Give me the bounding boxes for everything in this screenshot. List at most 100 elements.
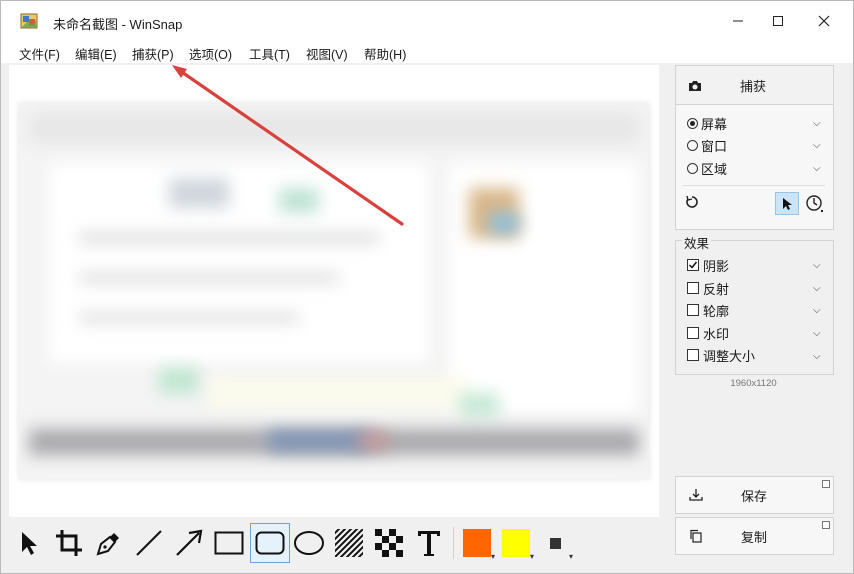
- chevron-down-icon[interactable]: ⌵: [813, 140, 821, 151]
- rectangle-icon: [214, 531, 244, 555]
- close-button[interactable]: [801, 1, 847, 41]
- effect-resize[interactable]: 调整大小: [687, 345, 755, 365]
- mode-window-label: 窗口: [701, 138, 728, 154]
- mode-region-label: 区域: [701, 161, 728, 177]
- effects-group-label: 效果: [682, 233, 712, 252]
- effect-shadow[interactable]: 阴影: [687, 255, 729, 275]
- effect-outline-label: 轮廓: [703, 303, 730, 319]
- download-icon: [689, 489, 703, 501]
- capture-button-label: 捕获: [740, 79, 767, 94]
- rounded-rectangle-tool[interactable]: [250, 523, 290, 563]
- save-button[interactable]: 保存: [675, 476, 834, 514]
- toolbar-separator: [453, 527, 454, 559]
- include-cursor-toggle[interactable]: [775, 192, 799, 215]
- ellipse-tool[interactable]: [291, 523, 327, 563]
- save-options-checkbox[interactable]: [822, 480, 830, 488]
- dropdown-arrow-icon: ▾: [529, 552, 534, 561]
- checkbox-shadow[interactable]: [687, 259, 699, 271]
- close-icon: [818, 15, 830, 27]
- crop-tool[interactable]: [51, 523, 87, 563]
- image-canvas[interactable]: [9, 65, 659, 517]
- primary-color-swatch: [463, 529, 491, 557]
- rounded-rectangle-icon: [255, 531, 285, 555]
- mode-screen[interactable]: 屏幕: [687, 113, 727, 133]
- menu-bar: 文件(F) 编辑(E) 捕获(P) 选项(O) 工具(T) 视图(V) 帮助(H…: [1, 41, 853, 63]
- copy-icon: [690, 529, 702, 543]
- radio-screen[interactable]: [687, 117, 698, 129]
- mode-region[interactable]: 区域: [687, 158, 727, 178]
- refresh-icon: [686, 195, 698, 208]
- pixelate-tool[interactable]: [371, 523, 407, 563]
- line-tool[interactable]: [131, 523, 167, 563]
- maximize-icon: [773, 16, 783, 26]
- line-width-icon: [549, 537, 561, 549]
- chevron-down-icon[interactable]: ⌵: [813, 305, 821, 316]
- pen-tool[interactable]: [91, 523, 127, 563]
- menu-edit[interactable]: 编辑(E): [75, 44, 117, 63]
- pointer-tool[interactable]: [11, 523, 47, 563]
- image-size-label: 1960x1120: [730, 378, 777, 389]
- window-title: 未命名截图 - WinSnap: [53, 17, 183, 32]
- arrow-tool[interactable]: [171, 523, 207, 563]
- menu-tools[interactable]: 工具(T): [249, 44, 290, 63]
- radio-window[interactable]: [687, 139, 698, 151]
- mode-screen-label: 屏幕: [701, 116, 728, 132]
- menu-file[interactable]: 文件(F): [19, 44, 60, 63]
- copy-options-checkbox[interactable]: [822, 521, 830, 529]
- menu-view[interactable]: 视图(V): [306, 44, 348, 63]
- dropdown-arrow-icon: ▾: [490, 552, 495, 561]
- primary-color-picker[interactable]: ▾: [459, 523, 495, 563]
- hatch-tool[interactable]: [331, 523, 367, 563]
- crop-icon: [56, 530, 82, 556]
- chevron-down-icon[interactable]: ⌵: [813, 283, 821, 294]
- maximize-button[interactable]: [755, 1, 801, 41]
- radio-region[interactable]: [687, 162, 698, 174]
- app-window: 未命名截图 - WinSnap 文件(F) 编辑(E) 捕获(P) 选项(O) …: [0, 0, 854, 574]
- menu-capture[interactable]: 捕获(P): [132, 44, 174, 63]
- copy-button-label: 复制: [741, 529, 768, 545]
- checkbox-outline[interactable]: [687, 304, 699, 316]
- winsnap-logo-icon: [20, 13, 38, 29]
- menu-options[interactable]: 选项(O): [189, 44, 232, 63]
- checkbox-watermark[interactable]: [687, 327, 699, 339]
- effect-reflection-label: 反射: [703, 281, 730, 297]
- clock-icon: [806, 195, 823, 212]
- pointer-icon: [22, 532, 37, 555]
- divider: [683, 185, 825, 186]
- chevron-down-icon[interactable]: ⌵: [813, 328, 821, 339]
- effect-shadow-label: 阴影: [703, 258, 730, 274]
- camera-icon: [689, 80, 701, 91]
- chevron-down-icon[interactable]: ⌵: [813, 163, 821, 174]
- save-button-label: 保存: [741, 488, 768, 504]
- dropdown-arrow-icon: ▾: [568, 552, 573, 561]
- line-icon: [136, 530, 162, 556]
- text-tool[interactable]: [411, 523, 447, 563]
- effect-outline[interactable]: 轮廓: [687, 300, 729, 320]
- checkbox-resize[interactable]: [687, 349, 699, 361]
- repeat-capture-button[interactable]: [684, 194, 704, 214]
- title-bar[interactable]: 未命名截图 - WinSnap: [1, 1, 853, 41]
- pen-icon: [96, 533, 119, 556]
- effect-watermark-label: 水印: [703, 326, 730, 342]
- chevron-down-icon[interactable]: ⌵: [813, 260, 821, 271]
- effect-reflection[interactable]: 反射: [687, 278, 729, 298]
- secondary-color-picker[interactable]: ▾: [498, 523, 534, 563]
- checkbox-reflection[interactable]: [687, 282, 699, 294]
- capture-button[interactable]: 捕获: [675, 65, 834, 105]
- timer-button[interactable]: [805, 194, 827, 216]
- effect-resize-label: 调整大小: [703, 348, 756, 364]
- line-width-picker[interactable]: ▾: [537, 523, 573, 563]
- cursor-icon: [783, 197, 792, 210]
- chevron-down-icon[interactable]: ⌵: [813, 351, 821, 362]
- arrow-icon: [176, 529, 203, 556]
- chevron-down-icon[interactable]: ⌵: [813, 118, 821, 129]
- menu-help[interactable]: 帮助(H): [364, 44, 406, 63]
- hatch-icon: [335, 529, 363, 557]
- effect-watermark[interactable]: 水印: [687, 323, 729, 343]
- ellipse-icon: [294, 531, 324, 555]
- copy-button[interactable]: 复制: [675, 517, 834, 555]
- drawing-toolbar: ▾ ▾ ▾: [9, 519, 659, 569]
- mode-window[interactable]: 窗口: [687, 135, 727, 155]
- rectangle-tool[interactable]: [211, 523, 247, 563]
- blurred-screenshot: [19, 103, 649, 479]
